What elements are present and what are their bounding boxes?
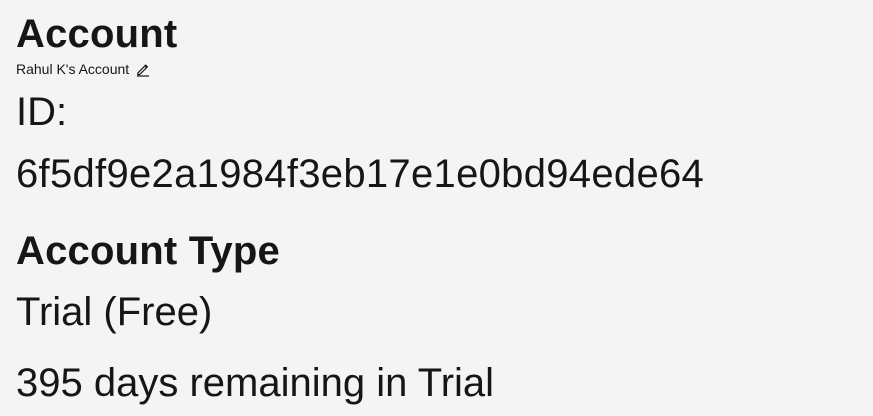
account-id-value: 6f5df9e2a1984f3eb17e1e0bd94ede64: [16, 152, 705, 196]
trial-days-remaining: 395 days remaining in Trial: [16, 361, 495, 405]
account-name-row: Rahul K's Account: [16, 59, 151, 79]
account-name: Rahul K's Account: [16, 61, 130, 77]
page-title: Account: [16, 12, 178, 56]
account-type-heading: Account Type: [16, 229, 280, 273]
id-label: ID:: [16, 90, 68, 134]
pencil-icon[interactable]: [135, 61, 151, 77]
account-panel: Account Rahul K's Account ID: 6f5df9e2a1…: [16, 0, 857, 416]
account-type-value: Trial (Free): [16, 290, 213, 334]
